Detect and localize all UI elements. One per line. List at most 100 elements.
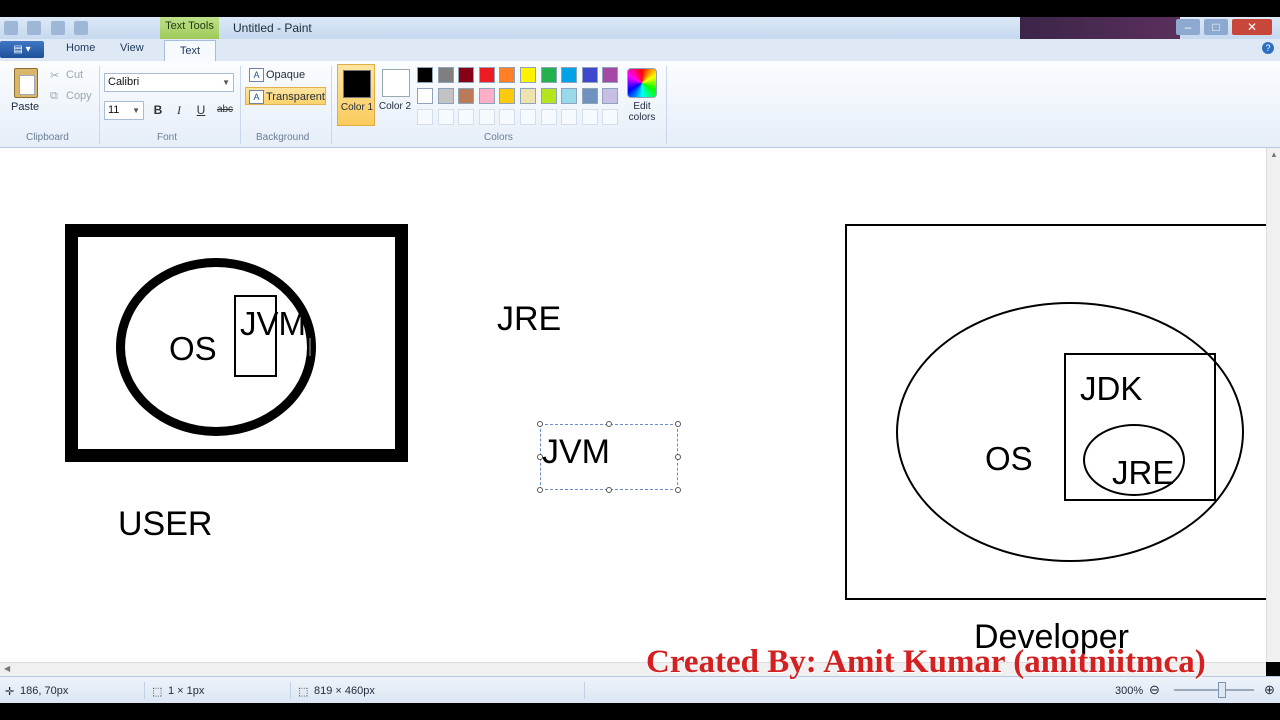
colors-group-label: Colors xyxy=(484,132,513,143)
scroll-up-icon[interactable]: ▲ xyxy=(1267,150,1280,159)
transparent-icon: A xyxy=(249,90,264,104)
font-family-value: Calibri xyxy=(108,76,140,88)
paint-app-icon[interactable] xyxy=(4,21,18,35)
user-caption: USER xyxy=(118,505,213,543)
palette-swatch-empty[interactable] xyxy=(520,109,536,125)
palette-swatch[interactable] xyxy=(602,88,619,104)
resize-handle[interactable] xyxy=(537,421,543,427)
font-size-select[interactable]: 11 ▼ xyxy=(104,101,144,120)
palette-swatch[interactable] xyxy=(417,88,433,104)
resize-handle[interactable] xyxy=(675,421,681,427)
resize-handle[interactable] xyxy=(606,487,612,493)
italic-button[interactable]: I xyxy=(170,101,188,119)
maximize-button[interactable]: □ xyxy=(1204,19,1228,35)
scroll-left-icon[interactable]: ◀ xyxy=(4,664,10,673)
palette-swatch[interactable] xyxy=(458,67,475,83)
palette-swatch-empty[interactable] xyxy=(458,109,475,125)
transparent-button[interactable]: A Transparent xyxy=(245,87,326,105)
user-os-label: OS xyxy=(169,330,217,367)
resize-handle[interactable] xyxy=(537,487,543,493)
tab-view[interactable]: View xyxy=(120,42,144,54)
cut-button[interactable]: Cut xyxy=(66,69,83,81)
zoom-level: 300% xyxy=(1115,685,1144,697)
group-divider xyxy=(240,66,241,144)
help-icon[interactable]: ? xyxy=(1262,42,1274,54)
palette-swatch-empty[interactable] xyxy=(581,109,598,125)
save-icon[interactable] xyxy=(27,21,42,35)
palette-swatch[interactable] xyxy=(540,88,557,104)
resize-handle[interactable] xyxy=(606,421,612,427)
transparent-label: Transparent xyxy=(266,91,325,103)
palette-swatch-empty[interactable] xyxy=(417,109,433,125)
palette-swatch[interactable] xyxy=(581,67,598,83)
jvm-text-box[interactable]: JVM xyxy=(540,424,678,490)
palette-swatch[interactable] xyxy=(540,67,557,83)
resize-handle[interactable] xyxy=(675,454,681,460)
color1-swatch xyxy=(343,70,371,98)
text-tools-context-tab: Text Tools xyxy=(160,17,219,39)
status-divider xyxy=(290,682,291,699)
tab-text[interactable]: Text xyxy=(164,40,216,63)
zoom-slider-thumb[interactable] xyxy=(1218,682,1226,698)
font-family-select[interactable]: Calibri ▼ xyxy=(104,73,234,92)
font-group-label: Font xyxy=(157,132,178,143)
font-size-value: 11 xyxy=(108,104,120,116)
palette-swatch-empty[interactable] xyxy=(499,109,516,125)
palette-swatch[interactable] xyxy=(437,67,454,83)
close-button[interactable]: ✕ xyxy=(1232,19,1272,35)
color1-button[interactable]: Color 1 xyxy=(337,64,375,126)
group-divider xyxy=(666,66,667,144)
palette-swatch-empty[interactable] xyxy=(561,109,578,125)
palette-swatch-empty[interactable] xyxy=(437,109,454,125)
rainbow-icon xyxy=(627,68,657,98)
palette-swatch-empty[interactable] xyxy=(540,109,557,125)
watermark: Created By: Amit Kumar (amitniitmca) xyxy=(646,644,1206,680)
paint-menu-button[interactable]: ▤ ▾ xyxy=(0,41,44,58)
palette-swatch[interactable] xyxy=(561,67,578,83)
palette-swatch[interactable] xyxy=(581,88,598,104)
redo-icon[interactable] xyxy=(74,21,89,35)
clipboard-group-label: Clipboard xyxy=(26,132,69,143)
palette-swatch[interactable] xyxy=(458,88,475,104)
minimize-button[interactable]: – xyxy=(1176,19,1200,35)
zoom-in-button[interactable]: ⊕ xyxy=(1264,682,1275,698)
underline-button[interactable]: U xyxy=(192,101,210,119)
paste-icon[interactable] xyxy=(14,68,38,98)
palette-swatch[interactable] xyxy=(478,88,495,104)
palette-swatch-empty[interactable] xyxy=(478,109,495,125)
undo-icon[interactable] xyxy=(50,21,65,35)
cursor-position-icon: ✛ xyxy=(5,686,15,698)
chevron-down-icon: ▼ xyxy=(132,106,140,115)
palette-swatch[interactable] xyxy=(499,67,516,83)
drawing-canvas[interactable]: OS JVM USER JRE JVM OS JDK JRE Developer xyxy=(0,148,1266,662)
vertical-scrollbar[interactable]: ▲ xyxy=(1266,148,1280,662)
palette-swatch[interactable] xyxy=(417,67,433,83)
opaque-label: Opaque xyxy=(266,69,306,81)
color-palette xyxy=(417,67,623,127)
palette-swatch[interactable] xyxy=(520,88,536,104)
titlebar-background-band xyxy=(1020,17,1180,39)
palette-swatch[interactable] xyxy=(561,88,578,104)
strikethrough-button[interactable]: abc xyxy=(214,101,236,119)
resize-handle[interactable] xyxy=(675,487,681,493)
palette-swatch[interactable] xyxy=(478,67,495,83)
developer-jdk-label: JDK xyxy=(1080,370,1143,407)
copy-button[interactable]: Copy xyxy=(66,90,92,102)
cursor-position: 186, 70px xyxy=(20,685,69,697)
palette-swatch[interactable] xyxy=(602,67,619,83)
palette-swatch[interactable] xyxy=(520,67,536,83)
developer-os-label: OS xyxy=(985,440,1033,477)
palette-swatch[interactable] xyxy=(437,88,454,104)
bold-button[interactable]: B xyxy=(149,101,167,119)
canvas-size: 819 × 460px xyxy=(314,685,375,697)
jvm-text-box-content[interactable]: JVM xyxy=(542,433,610,472)
palette-swatch[interactable] xyxy=(499,88,516,104)
status-divider xyxy=(144,682,145,699)
opaque-button[interactable]: A Opaque xyxy=(246,66,316,84)
zoom-slider[interactable] xyxy=(1174,689,1254,691)
zoom-out-button[interactable]: ⊖ xyxy=(1149,682,1160,698)
paste-button[interactable]: Paste xyxy=(11,101,39,113)
tab-home[interactable]: Home xyxy=(66,42,95,54)
resize-handle[interactable] xyxy=(537,454,543,460)
palette-swatch-empty[interactable] xyxy=(602,109,619,125)
